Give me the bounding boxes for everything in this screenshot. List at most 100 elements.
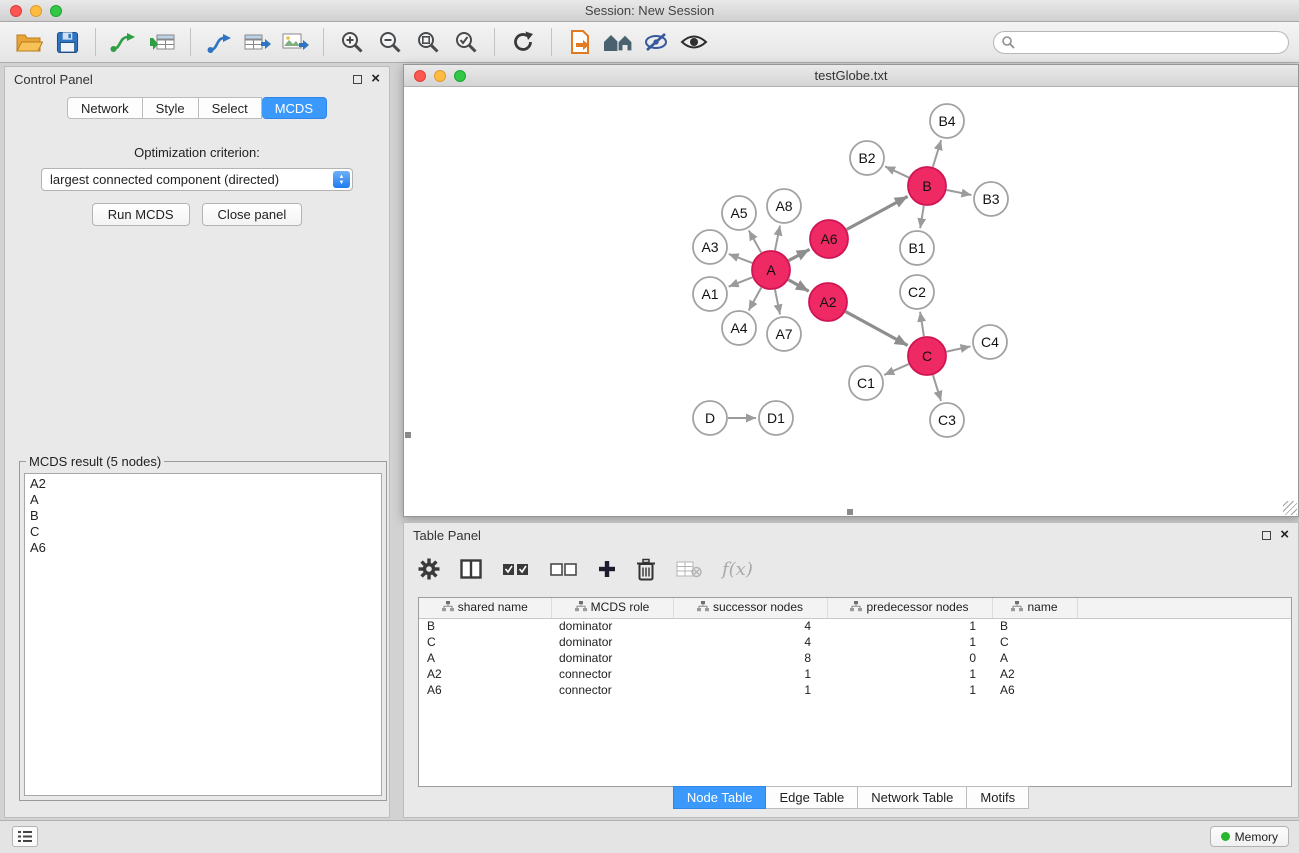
tab-select[interactable]: Select <box>199 97 262 119</box>
close-panel-icon[interactable]: × <box>371 74 380 84</box>
graph-node-B1[interactable]: B1 <box>900 231 934 265</box>
graph-node-D[interactable]: D <box>693 401 727 435</box>
graph-node-A8[interactable]: A8 <box>767 189 801 223</box>
show-columns-button[interactable] <box>460 555 482 583</box>
window-resize-grip[interactable] <box>1283 501 1297 515</box>
graph-edge-A6-B[interactable] <box>847 196 908 229</box>
table-cell[interactable]: A <box>992 650 1077 666</box>
show-home-button[interactable] <box>599 26 637 58</box>
result-item[interactable]: A6 <box>30 540 376 556</box>
column-header-successor-nodes[interactable]: successor nodes <box>673 598 827 618</box>
tab-network[interactable]: Network <box>67 97 143 119</box>
save-session-button[interactable] <box>48 26 86 58</box>
zoom-fit-button[interactable] <box>409 26 447 58</box>
criterion-dropdown[interactable]: largest connected component (directed) ▲… <box>41 168 353 191</box>
float-table-panel-icon[interactable] <box>1262 531 1271 540</box>
column-header-predecessor-nodes[interactable]: predecessor nodes <box>827 598 992 618</box>
import-table-from-file-button[interactable] <box>143 26 181 58</box>
export-image-button[interactable] <box>276 26 314 58</box>
table-settings-button[interactable] <box>418 555 440 583</box>
create-column-button[interactable] <box>598 555 616 583</box>
graph-node-C[interactable]: C <box>908 337 946 375</box>
table-cell[interactable]: A6 <box>419 682 551 698</box>
table-cell[interactable]: A <box>419 650 551 666</box>
float-panel-icon[interactable] <box>353 75 362 84</box>
table-cell[interactable]: 1 <box>827 666 992 682</box>
table-cell[interactable]: dominator <box>551 618 673 634</box>
table-cell[interactable]: dominator <box>551 650 673 666</box>
graph-node-A6[interactable]: A6 <box>810 220 848 258</box>
table-row[interactable]: Bdominator41B <box>419 618 1291 634</box>
graph-edge-A-A3[interactable] <box>729 254 753 263</box>
graph-edge-C-C1[interactable] <box>884 364 908 375</box>
table-cell[interactable]: 1 <box>827 618 992 634</box>
close-table-panel-icon[interactable]: × <box>1280 530 1289 540</box>
graph-node-B2[interactable]: B2 <box>850 141 884 175</box>
task-history-button[interactable] <box>12 826 38 847</box>
graph-node-A3[interactable]: A3 <box>693 230 727 264</box>
graph-edge-A-A7[interactable] <box>775 290 780 315</box>
table-row[interactable]: A2connector11A2 <box>419 666 1291 682</box>
graph-edge-A-A1[interactable] <box>729 277 753 286</box>
column-header-name[interactable]: name <box>992 598 1077 618</box>
graph-node-A7[interactable]: A7 <box>767 317 801 351</box>
graph-node-B3[interactable]: B3 <box>974 182 1008 216</box>
graph-edge-A-A5[interactable] <box>749 230 761 252</box>
graph-edge-A-A4[interactable] <box>749 288 762 311</box>
table-cell[interactable]: B <box>992 618 1077 634</box>
graph-edge-B-B3[interactable] <box>947 190 972 195</box>
table-cell[interactable]: connector <box>551 666 673 682</box>
tab-motifs[interactable]: Motifs <box>967 786 1029 809</box>
column-header-shared-name[interactable]: shared name <box>419 598 551 618</box>
graph-edge-B-B1[interactable] <box>920 206 924 229</box>
mcds-result-list[interactable]: A2ABCA6 <box>24 473 382 796</box>
zoom-out-button[interactable] <box>371 26 409 58</box>
table-cell[interactable]: C <box>992 634 1077 650</box>
table-cell[interactable]: 1 <box>673 666 827 682</box>
zoom-selected-button[interactable] <box>447 26 485 58</box>
table-cell[interactable]: A2 <box>992 666 1077 682</box>
hide-details-button[interactable] <box>637 26 675 58</box>
table-cell[interactable]: B <box>419 618 551 634</box>
graph-node-B[interactable]: B <box>908 167 946 205</box>
graph-edge-A2-C[interactable] <box>846 312 908 346</box>
graph-edge-B-B4[interactable] <box>933 140 941 167</box>
table-cell[interactable]: 0 <box>827 650 992 666</box>
graph-edge-A-A8[interactable] <box>775 226 780 251</box>
export-table-button[interactable] <box>238 26 276 58</box>
table-row[interactable]: A6connector11A6 <box>419 682 1291 698</box>
canvas-bottom-handle[interactable] <box>847 509 853 515</box>
graph-node-A4[interactable]: A4 <box>722 311 756 345</box>
table-row[interactable]: Adominator80A <box>419 650 1291 666</box>
graph-node-D1[interactable]: D1 <box>759 401 793 435</box>
graph-node-A[interactable]: A <box>752 251 790 289</box>
close-panel-button[interactable]: Close panel <box>202 203 303 226</box>
search-input[interactable] <box>993 31 1289 54</box>
result-item[interactable]: A <box>30 492 376 508</box>
result-item[interactable]: A2 <box>30 476 376 492</box>
table-cell[interactable]: 4 <box>673 618 827 634</box>
network-canvas[interactable]: B4B2BB3A5A8A6A3B1AC2A1A2A4A7C4CC1DD1C3 <box>404 87 1298 516</box>
table-cell[interactable]: 1 <box>827 634 992 650</box>
graph-node-A2[interactable]: A2 <box>809 283 847 321</box>
graph-edge-A-A6[interactable] <box>789 249 810 260</box>
canvas-left-handle[interactable] <box>405 432 411 438</box>
export-network-button[interactable] <box>200 26 238 58</box>
graph-node-A5[interactable]: A5 <box>722 196 756 230</box>
table-cell[interactable]: A6 <box>992 682 1077 698</box>
table-cell[interactable]: A2 <box>419 666 551 682</box>
graph-node-C1[interactable]: C1 <box>849 366 883 400</box>
result-item[interactable]: B <box>30 508 376 524</box>
zoom-in-button[interactable] <box>333 26 371 58</box>
graph-edge-C-C2[interactable] <box>920 312 924 336</box>
open-file-button[interactable] <box>10 26 48 58</box>
table-cell[interactable]: 4 <box>673 634 827 650</box>
table-cell[interactable]: 1 <box>673 682 827 698</box>
tab-network-table[interactable]: Network Table <box>858 786 967 809</box>
tab-mcds[interactable]: MCDS <box>262 97 327 119</box>
graph-edge-B-B2[interactable] <box>885 166 909 177</box>
graph-node-C2[interactable]: C2 <box>900 275 934 309</box>
table-row[interactable]: Cdominator41C <box>419 634 1291 650</box>
graph-node-C3[interactable]: C3 <box>930 403 964 437</box>
graph-node-B4[interactable]: B4 <box>930 104 964 138</box>
